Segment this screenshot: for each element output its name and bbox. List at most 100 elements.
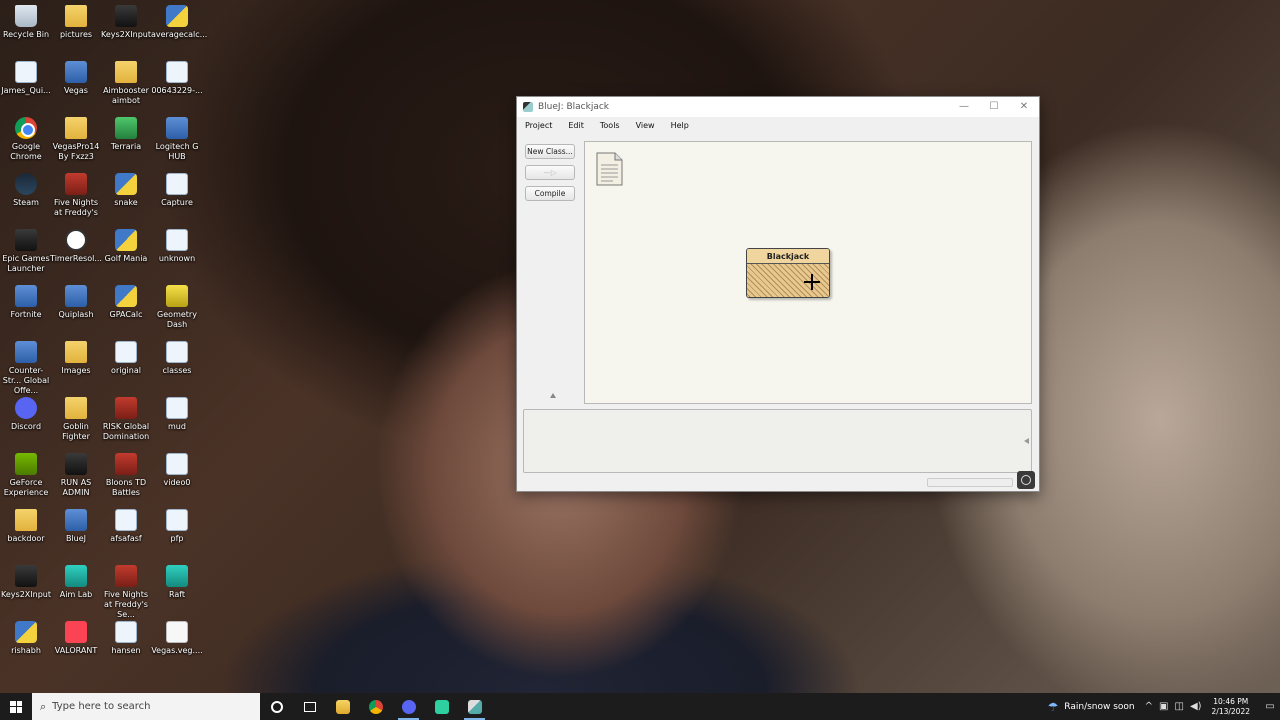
desktop-shortcut[interactable]: TimerResol... (50, 229, 102, 264)
notification-icon[interactable]: ▭ (1260, 701, 1280, 712)
desktop-shortcut-label: RUN AS ADMIN (60, 478, 92, 497)
compile-button[interactable]: Compile (525, 186, 575, 201)
desktop-shortcut[interactable]: Terraria (100, 117, 152, 152)
search-box[interactable]: ⌕ Type here to search (32, 693, 260, 720)
desktop-shortcut[interactable]: Goblin Fighter (50, 397, 102, 442)
desktop-shortcut[interactable]: Counter-Str... Global Offe... (0, 341, 52, 396)
folder-icon (15, 509, 37, 531)
desktop-shortcut[interactable]: Bloons TD Battles (100, 453, 152, 498)
desktop-shortcut-label: mud (168, 422, 186, 431)
desktop-shortcut[interactable]: Aim Lab (50, 565, 102, 600)
epic-games-icon (15, 229, 37, 251)
task-view-icon (303, 701, 316, 712)
clock[interactable]: 10:46 PM 2/13/2022 (1212, 697, 1250, 717)
desktop-shortcut-label: snake (114, 198, 138, 207)
desktop-shortcut[interactable]: Google Chrome (0, 117, 52, 162)
desktop-shortcut[interactable]: Raft (151, 565, 203, 600)
taskbar-app[interactable] (425, 693, 458, 720)
vm-activity-icon[interactable] (1017, 471, 1035, 489)
weather-widget[interactable]: ☂ Rain/snow soon (1048, 700, 1135, 714)
inheritance-arrow-button[interactable]: —▷ (525, 165, 575, 180)
desktop-shortcut[interactable]: snake (100, 173, 152, 208)
file-icon (166, 61, 188, 83)
menu-view[interactable]: View (634, 120, 657, 131)
close-button[interactable]: ✕ (1009, 97, 1039, 117)
desktop-shortcut[interactable]: rishabh (0, 621, 52, 656)
desktop-shortcut[interactable]: Logitech G HUB (151, 117, 203, 162)
minimize-button[interactable]: — (949, 97, 979, 117)
desktop-shortcut[interactable]: Images (50, 341, 102, 376)
desktop-shortcut[interactable]: Discord (0, 397, 52, 432)
class-diagram[interactable]: Blackjack (584, 141, 1032, 404)
desktop-shortcut[interactable]: Five Nights at Freddy's (50, 173, 102, 218)
desktop-shortcut[interactable]: Quiplash (50, 285, 102, 320)
new-class-button[interactable]: New Class... (525, 144, 575, 159)
menu-help[interactable]: Help (669, 120, 691, 131)
menu-edit[interactable]: Edit (566, 120, 586, 131)
desktop-shortcut-label: Geometry Dash (157, 310, 197, 329)
weather-text: Rain/snow soon (1064, 701, 1135, 712)
system-tray: ☂ Rain/snow soon ^ ▣ ◫ ◀) 10:46 PM 2/13/… (1048, 693, 1280, 720)
menu-bar: Project Edit Tools View Help (517, 117, 1039, 133)
desktop-shortcut[interactable]: mud (151, 397, 203, 432)
task-view-button[interactable] (293, 693, 326, 720)
network-icon[interactable]: ◫ (1174, 701, 1183, 712)
desktop-shortcut[interactable]: VALORANT (50, 621, 102, 656)
desktop-shortcut-label: classes (162, 366, 192, 375)
desktop-shortcut[interactable]: Vegas (50, 61, 102, 96)
maximize-button[interactable]: ☐ (979, 97, 1009, 117)
taskbar-chrome[interactable] (359, 693, 392, 720)
display-icon[interactable]: ▣ (1159, 701, 1168, 712)
desktop-shortcut[interactable]: Vegas.veg.... (151, 621, 203, 656)
taskbar-discord[interactable] (392, 693, 425, 720)
volume-icon[interactable]: ◀) (1190, 701, 1202, 712)
desktop-shortcut[interactable]: GeForce Experience (0, 453, 52, 498)
desktop-shortcut[interactable]: BlueJ (50, 509, 102, 544)
desktop-shortcut[interactable]: video0 (151, 453, 203, 488)
desktop-shortcut[interactable]: averagecalc... (151, 5, 207, 40)
desktop-shortcut[interactable]: Aimbooster aimbot (100, 61, 152, 106)
desktop-shortcut[interactable]: pictures (50, 5, 102, 40)
collapse-triangle-icon[interactable] (550, 393, 556, 398)
desktop-shortcut[interactable]: RISK Global Domination (100, 397, 152, 442)
file-icon (166, 229, 188, 251)
desktop-shortcut[interactable]: hansen (100, 621, 152, 656)
title-bar[interactable]: BlueJ: Blackjack — ☐ ✕ (517, 97, 1039, 117)
desktop-shortcut[interactable]: original (100, 341, 152, 376)
file-icon (115, 341, 137, 363)
menu-tools[interactable]: Tools (598, 120, 622, 131)
file-icon (115, 509, 137, 531)
menu-project[interactable]: Project (523, 120, 554, 131)
desktop-shortcut[interactable]: Geometry Dash (151, 285, 203, 330)
expand-triangle-icon[interactable] (1024, 438, 1029, 444)
desktop-shortcut[interactable]: Keys2XInput (0, 565, 52, 600)
desktop-shortcut[interactable]: RUN AS ADMIN (50, 453, 102, 498)
desktop-shortcut[interactable]: classes (151, 341, 203, 376)
desktop-shortcut[interactable]: 00643229-... (151, 61, 203, 96)
desktop-shortcut[interactable]: unknown (151, 229, 203, 264)
taskbar-bluej[interactable] (458, 693, 491, 720)
cortana-button[interactable] (260, 693, 293, 720)
desktop-shortcut[interactable]: Capture (151, 173, 203, 208)
object-bench[interactable] (523, 409, 1032, 473)
desktop-shortcut-label: BlueJ (65, 534, 87, 543)
desktop-shortcut[interactable]: pfp (151, 509, 203, 544)
desktop-shortcut[interactable]: Keys2XInput (100, 5, 152, 40)
desktop-shortcut[interactable]: afsafasf (100, 509, 152, 544)
desktop-shortcut[interactable]: VegasPro14 By Fxzz3 (50, 117, 102, 162)
desktop-shortcut[interactable]: GPACalc (100, 285, 152, 320)
desktop-shortcut[interactable]: Steam (0, 173, 52, 208)
desktop-shortcut[interactable]: Recycle Bin (0, 5, 52, 40)
start-button[interactable] (0, 693, 32, 720)
bloons-icon (115, 453, 137, 475)
desktop-shortcut[interactable]: backdoor (0, 509, 52, 544)
desktop-shortcut[interactable]: James_Qui... (0, 61, 52, 96)
readme-file-icon[interactable] (595, 152, 623, 186)
taskbar-file-explorer[interactable] (326, 693, 359, 720)
move-cursor-icon (804, 274, 820, 290)
desktop-shortcut[interactable]: Five Nights at Freddy's Se... (100, 565, 152, 620)
desktop-shortcut[interactable]: Epic Games Launcher (0, 229, 52, 274)
desktop-shortcut[interactable]: Golf Mania (100, 229, 152, 264)
desktop-shortcut[interactable]: Fortnite (0, 285, 52, 320)
chevron-up-icon[interactable]: ^ (1145, 701, 1153, 712)
